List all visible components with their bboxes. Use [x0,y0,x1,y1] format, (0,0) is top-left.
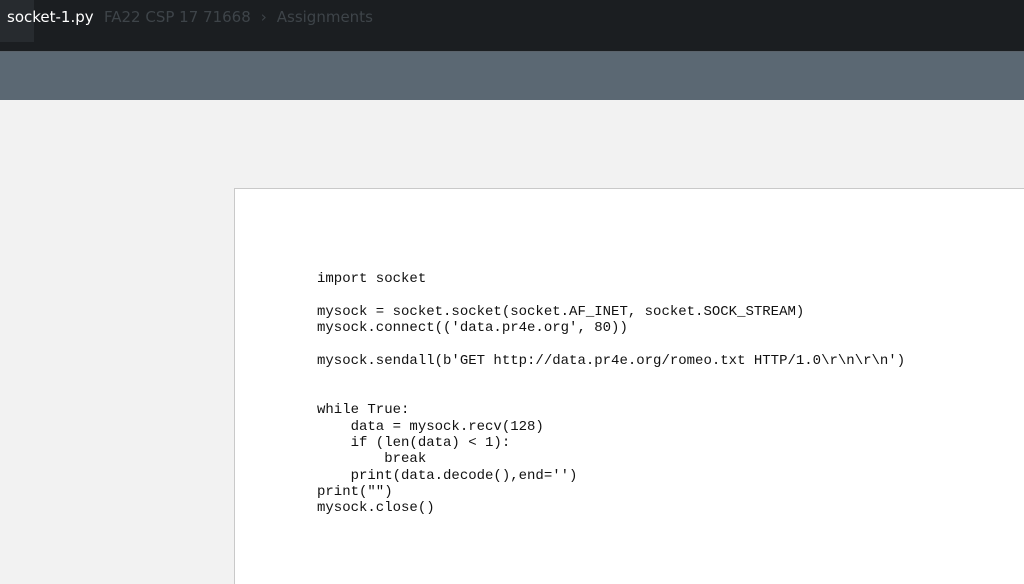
code-block: import socket mysock = socket.socket(sock… [317,271,905,517]
background-breadcrumb: FA22 CSP 17 71668 › Assignments [104,8,373,26]
code-line: mysock.connect(('data.pr4e.org', 80)) [317,320,628,337]
file-title: socket-1.py [7,8,94,26]
code-line: break [317,451,427,468]
breadcrumb-separator-icon: › [260,8,267,26]
code-line: mysock.close() [317,500,435,517]
code-line: data = mysock.recv(128) [317,418,544,435]
code-line: import socket [317,271,427,287]
code-line: print("") [317,484,393,501]
viewer-toolbar [0,52,1024,100]
code-line: mysock.sendall(b'GET http://data.pr4e.or… [317,352,906,369]
viewer-top-bar: FA22 CSP 17 71668 › Assignments socket-1.p… [0,0,1024,52]
code-line: while True: [317,402,410,419]
code-line: mysock = socket.socket(socket.AF_INET, s… [317,303,805,320]
breadcrumb-assignments[interactable]: Assignments [277,8,373,26]
code-line: if (len(data) < 1): [317,434,511,451]
document-page: import socket mysock = socket.socket(sock… [234,188,1024,584]
breadcrumb-course[interactable]: FA22 CSP 17 71668 [104,8,251,26]
code-line: print(data.decode(),end='') [317,467,578,484]
